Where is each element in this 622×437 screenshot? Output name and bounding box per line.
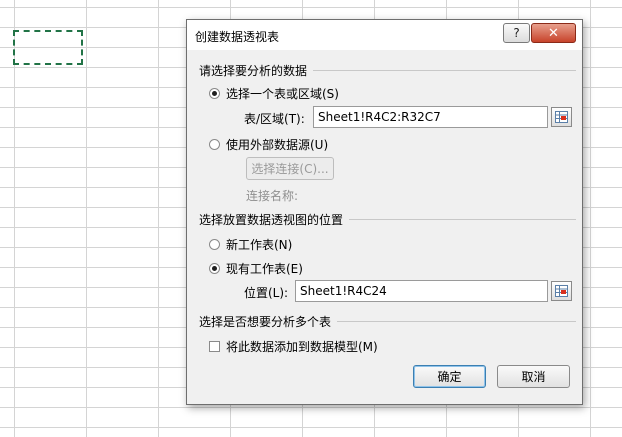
radio-new-sheet-label: 新工作表(N)	[226, 238, 293, 252]
choose-connection-label: 选择连接(C)...	[251, 162, 329, 176]
table-range-field[interactable]	[313, 106, 548, 128]
radio-new-sheet[interactable]	[209, 239, 220, 250]
radio-external-label: 使用外部数据源(U)	[226, 138, 329, 152]
radio-new-sheet-row[interactable]: 新工作表(N)	[209, 236, 292, 253]
section-choose-data-label: 请选择要分析的数据	[199, 64, 308, 78]
cancel-button[interactable]: 取消	[497, 365, 570, 388]
range-selector-icon	[555, 285, 568, 297]
section-divider	[313, 70, 576, 71]
radio-external-source[interactable]	[209, 139, 220, 150]
section-divider	[349, 219, 576, 220]
data-model-checkbox[interactable]	[209, 341, 220, 352]
data-model-checkbox-row[interactable]: 将此数据添加到数据模型(M)	[209, 338, 378, 355]
radio-existing-sheet-label: 现有工作表(E)	[226, 262, 303, 276]
table-range-input[interactable]	[318, 110, 547, 124]
section-multi-table-label: 选择是否想要分析多个表	[199, 315, 332, 329]
radio-select-table-row[interactable]: 选择一个表或区域(S)	[209, 85, 339, 102]
ok-button-label: 确定	[437, 370, 462, 384]
radio-select-table-label: 选择一个表或区域(S)	[226, 87, 339, 101]
help-button[interactable]: ?	[503, 23, 530, 43]
close-icon: ✕	[548, 25, 559, 41]
section-divider	[337, 321, 576, 322]
location-selector-button[interactable]	[551, 281, 572, 301]
range-selector-icon	[555, 111, 568, 123]
section-location: 选择放置数据透视图的位置	[199, 211, 576, 228]
section-location-label: 选择放置数据透视图的位置	[199, 213, 344, 227]
table-range-label: 表/区域(T):	[244, 112, 305, 126]
help-icon: ?	[513, 26, 520, 40]
cancel-button-label: 取消	[521, 370, 546, 384]
dialog-title: 创建数据透视表	[195, 30, 280, 44]
ok-button[interactable]: 确定	[413, 365, 486, 388]
location-input[interactable]	[300, 284, 547, 298]
close-button[interactable]: ✕	[531, 23, 576, 43]
data-model-checkbox-label: 将此数据添加到数据模型(M)	[226, 340, 378, 354]
location-field[interactable]	[295, 280, 548, 302]
section-multi-table: 选择是否想要分析多个表	[199, 313, 576, 330]
radio-existing-sheet-row[interactable]: 现有工作表(E)	[209, 260, 303, 277]
location-label: 位置(L):	[244, 286, 289, 300]
copy-marquee-selection	[13, 30, 83, 65]
dialog-titlebar[interactable]: 创建数据透视表 ? ✕	[187, 20, 582, 50]
radio-existing-sheet[interactable]	[209, 263, 220, 274]
connection-name-label: 连接名称:	[246, 189, 299, 203]
table-range-selector-button[interactable]	[551, 107, 572, 127]
section-choose-data: 请选择要分析的数据	[199, 62, 576, 79]
radio-select-table[interactable]	[209, 88, 220, 99]
choose-connection-button[interactable]: 选择连接(C)...	[246, 157, 334, 180]
create-pivot-table-dialog: 创建数据透视表 ? ✕ 请选择要分析的数据 选择一个表或区域(S) 表/区域(T…	[186, 19, 583, 405]
radio-external-row[interactable]: 使用外部数据源(U)	[209, 136, 328, 153]
